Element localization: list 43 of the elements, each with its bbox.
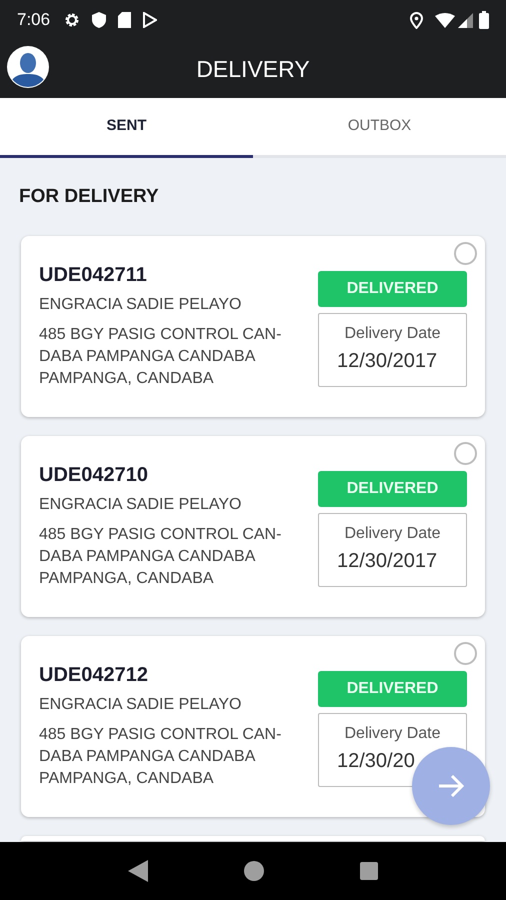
clock-time: 7:06 <box>17 9 50 32</box>
home-icon[interactable] <box>244 861 264 881</box>
section-title: FOR DELIVERY <box>19 185 160 209</box>
delivery-code: UDE042711 <box>39 263 148 288</box>
play-icon <box>143 12 158 28</box>
back-icon[interactable] <box>128 860 148 882</box>
delivery-card[interactable]: UDE042710 ENGRACIA SADIE PELAYO 485 BGY PASIG CONTROL CAN- DABA PAMPANGA CANDABA PAMPANGA, CANDABA DELIVERED Delivery Date 12/30/2017 <box>21 436 485 617</box>
delivery-card[interactable] <box>21 836 485 841</box>
screen-title: DELIVERY <box>196 54 310 84</box>
shield-icon <box>92 12 106 28</box>
recents-icon[interactable] <box>360 862 378 880</box>
date-label: Delivery Date <box>344 524 441 544</box>
sd-card-icon <box>118 12 132 28</box>
battery-icon <box>479 11 489 29</box>
delivery-address: 485 BGY PASIG CONTROL CAN- DABA PAMPANGA CANDABA PAMPANGA, CANDABA <box>39 525 282 589</box>
delivery-date: 12/30/2017 <box>336 549 438 574</box>
delivery-address: 485 BGY PASIG CONTROL CAN- DABA PAMPANGA CANDABA PAMPANGA, CANDABA <box>39 325 282 389</box>
delivery-address: 485 BGY PASIG CONTROL CAN- DABA PAMPANGA CANDABA PAMPANGA, CANDABA <box>39 725 282 789</box>
delivery-card[interactable]: UDE042712 ENGRACIA SADIE PELAYO 485 BGY PASIG CONTROL CAN- DABA PAMPANGA CANDABA PAMPANGA, CANDABA DELIVERED Delivery Date 12/30/20 <box>21 636 485 817</box>
recipient-name: ENGRACIA SADIE PELAYO <box>39 695 242 715</box>
select-radio[interactable] <box>454 642 477 665</box>
delivery-date: 12/30/2017 <box>336 349 438 374</box>
tab[interactable]: SENT <box>0 98 253 158</box>
select-radio[interactable] <box>454 242 477 265</box>
date-label: Delivery Date <box>344 324 441 344</box>
location-icon <box>410 12 423 28</box>
wifi-icon <box>435 12 455 28</box>
status-badge: DELIVERED <box>318 671 467 707</box>
gear-icon <box>64 12 80 28</box>
status-badge: DELIVERED <box>318 471 467 507</box>
recipient-name: ENGRACIA SADIE PELAYO <box>39 295 242 315</box>
arrow-right-icon <box>438 775 464 797</box>
status-badge: DELIVERED <box>318 271 467 307</box>
delivery-card[interactable]: UDE042711 ENGRACIA SADIE PELAYO 485 BGY PASIG CONTROL CAN- DABA PAMPANGA CANDABA PAMPANGA, CANDABA DELIVERED Delivery Date 12/30/2017 <box>21 236 485 417</box>
recipient-name: ENGRACIA SADIE PELAYO <box>39 495 242 515</box>
delivery-code: UDE042710 <box>39 463 149 488</box>
tab[interactable]: OUTBOX <box>253 98 506 158</box>
delivery-code: UDE042712 <box>39 663 149 688</box>
avatar-icon[interactable] <box>7 46 49 88</box>
delivery-date: 12/30/20 <box>336 749 415 774</box>
date-label: Delivery Date <box>344 724 441 744</box>
select-radio[interactable] <box>454 442 477 465</box>
signal-icon <box>458 12 473 28</box>
